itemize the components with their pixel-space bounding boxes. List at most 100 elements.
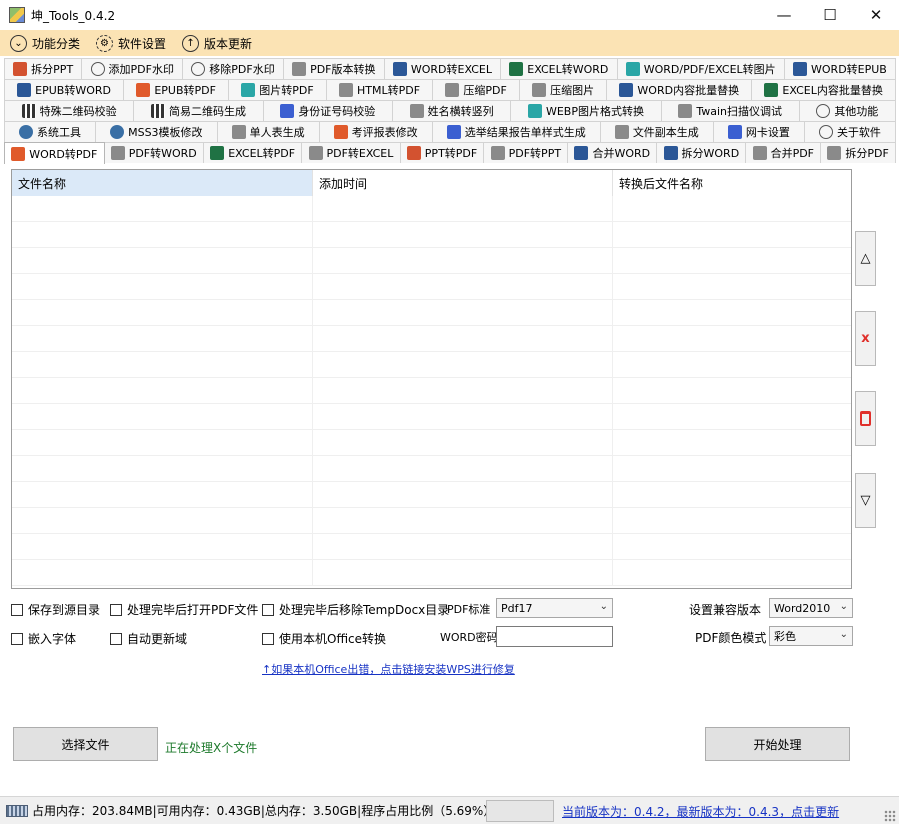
menu-label: 功能分类 [32, 36, 81, 51]
resize-grip[interactable] [884, 810, 896, 822]
table-row[interactable] [12, 196, 851, 222]
tab-4-6[interactable]: 合并WORD [567, 142, 658, 163]
gray-icon [110, 146, 125, 160]
checkbox-box[interactable] [262, 603, 274, 616]
table-row[interactable] [12, 404, 851, 430]
tab-3-6[interactable]: 网卡设置 [712, 121, 805, 142]
table-cell [313, 482, 613, 508]
select-value: Pdf17 [501, 601, 533, 615]
checkbox-box[interactable] [262, 632, 274, 645]
remove-temp-checkbox[interactable]: 处理完毕后移除TempDocx目录 [262, 601, 449, 618]
column-header-output-name[interactable]: 转换后文件名称 [613, 170, 851, 196]
table-row[interactable] [12, 326, 851, 352]
move-down-button[interactable]: ▽ [855, 473, 876, 528]
tab-2-1[interactable]: 简易二维码生成 [133, 100, 264, 121]
tab-1-7[interactable]: EXCEL内容批量替换 [751, 79, 896, 100]
open-after-checkbox[interactable]: 处理完毕后打开PDF文件 [110, 601, 258, 618]
file-list[interactable]: 文件名称 添加时间 转换后文件名称 [11, 169, 852, 589]
select-value: Word2010 [774, 601, 831, 615]
version-update-link[interactable]: 当前版本为：0.4.2，最新版本为：0.4.3，点击更新 [562, 803, 839, 820]
tab-2-4[interactable]: WEBP图片格式转换 [510, 100, 662, 121]
table-row[interactable] [12, 482, 851, 508]
maximize-button[interactable]: ☐ [807, 0, 853, 30]
menu-software-settings[interactable]: ⚙ 软件设置 [96, 34, 166, 52]
close-button[interactable]: ✕ [853, 0, 899, 30]
tab-4-7[interactable]: 拆分WORD [656, 142, 747, 163]
auto-update-fields-checkbox[interactable]: 自动更新域 [110, 630, 187, 647]
column-header-file-name[interactable]: 文件名称 [12, 170, 313, 196]
table-row[interactable] [12, 352, 851, 378]
table-cell [313, 352, 613, 378]
table-cell [613, 508, 851, 534]
embed-fonts-checkbox[interactable]: 嵌入字体 [11, 630, 76, 647]
tab-label: 关于软件 [836, 126, 881, 139]
tab-3-5[interactable]: 文件副本生成 [599, 121, 714, 142]
tab-2-5[interactable]: Twain扫描仪调试 [660, 100, 800, 121]
clear-list-button[interactable] [855, 391, 876, 446]
table-row[interactable] [12, 378, 851, 404]
tab-4-8[interactable]: 合并PDF [745, 142, 822, 163]
tab-2-6[interactable]: 其他功能 [798, 100, 896, 121]
table-row[interactable] [12, 222, 851, 248]
tab-1-2[interactable]: 图片转PDF [228, 79, 327, 100]
table-row[interactable] [12, 534, 851, 560]
tab-1-3[interactable]: HTML转PDF [325, 79, 434, 100]
tab-1-4[interactable]: 压缩PDF [432, 79, 520, 100]
tab-2-2[interactable]: 身份证号码校验 [262, 100, 393, 121]
tab-4-1[interactable]: PDF转WORD [103, 142, 204, 163]
save-to-source-checkbox[interactable]: 保存到源目录 [11, 601, 100, 618]
tab-3-1[interactable]: MSS3模板修改 [95, 121, 218, 142]
tab-1-0[interactable]: EPUB转WORD [4, 79, 125, 100]
tab-4-4[interactable]: PPT转PDF [399, 142, 485, 163]
tab-4-9[interactable]: 拆分PDF [820, 142, 897, 163]
checkbox-box[interactable] [110, 603, 122, 616]
table-row[interactable] [12, 508, 851, 534]
table-row[interactable] [12, 430, 851, 456]
minimize-button[interactable]: — [761, 0, 807, 30]
table-row[interactable] [12, 248, 851, 274]
tab-4-0[interactable]: WORD转PDF [4, 142, 105, 164]
compat-version-select[interactable]: Word2010 ⌄ [769, 598, 853, 618]
tab-4-3[interactable]: PDF转EXCEL [301, 142, 401, 163]
pdf-standard-select[interactable]: Pdf17 ⌄ [496, 598, 613, 618]
tab-0-3[interactable]: PDF版本转换 [282, 58, 385, 79]
tab-1-6[interactable]: WORD内容批量替换 [606, 79, 753, 100]
tab-3-2[interactable]: 单人表生成 [216, 121, 320, 142]
tab-2-0[interactable]: 特殊二维码校验 [4, 100, 135, 121]
checkbox-box[interactable] [11, 632, 23, 645]
tab-0-6[interactable]: WORD/PDF/EXCEL转图片 [616, 58, 785, 79]
menu-function-category[interactable]: ⌄ 功能分类 [10, 34, 81, 52]
install-wps-repair-link[interactable]: ↑如果本机Office出错，点击链接安装WPS进行修复 [262, 661, 515, 677]
tab-0-4[interactable]: WORD转EXCEL [383, 58, 502, 79]
tab-3-4[interactable]: 选举结果报告单样式生成 [431, 121, 601, 142]
table-row[interactable] [12, 300, 851, 326]
pdf-color-mode-select[interactable]: 彩色 ⌄ [769, 626, 853, 646]
start-processing-button[interactable]: 开始处理 [705, 727, 850, 761]
tab-row: EPUB转WORD EPUB转PDF 图片转PDF HTML转PDF 压缩PDF 压缩图片… [4, 79, 896, 100]
tab-3-7[interactable]: 关于软件 [803, 121, 896, 142]
tab-0-1[interactable]: 添加PDF水印 [81, 58, 184, 79]
word-password-input[interactable] [496, 626, 613, 647]
tab-3-0[interactable]: 系统工具 [4, 121, 97, 142]
tab-0-0[interactable]: 拆分PPT [4, 58, 83, 79]
move-up-button[interactable]: △ [855, 231, 876, 286]
tab-0-5[interactable]: EXCEL转WORD [500, 58, 618, 79]
checkbox-box[interactable] [110, 632, 122, 645]
remove-item-button[interactable]: x [855, 311, 876, 366]
tab-4-2[interactable]: EXCEL转PDF [203, 142, 303, 163]
select-file-button[interactable]: 选择文件 [13, 727, 158, 761]
use-local-office-checkbox[interactable]: 使用本机Office转换 [262, 630, 386, 647]
tab-4-5[interactable]: PDF转PPT [483, 142, 569, 163]
column-header-add-time[interactable]: 添加时间 [313, 170, 613, 196]
menu-version-update[interactable]: ↑ 版本更新 [182, 34, 252, 52]
tab-1-5[interactable]: 压缩图片 [518, 79, 608, 100]
tab-3-3[interactable]: 考评报表修改 [318, 121, 433, 142]
tab-0-2[interactable]: 移除PDF水印 [182, 58, 284, 79]
table-row[interactable] [12, 560, 851, 586]
tab-2-3[interactable]: 姓名横转竖列 [391, 100, 512, 121]
checkbox-box[interactable] [11, 603, 23, 616]
table-row[interactable] [12, 274, 851, 300]
tab-1-1[interactable]: EPUB转PDF [123, 79, 230, 100]
tab-0-7[interactable]: WORD转EPUB [783, 58, 897, 79]
table-row[interactable] [12, 456, 851, 482]
